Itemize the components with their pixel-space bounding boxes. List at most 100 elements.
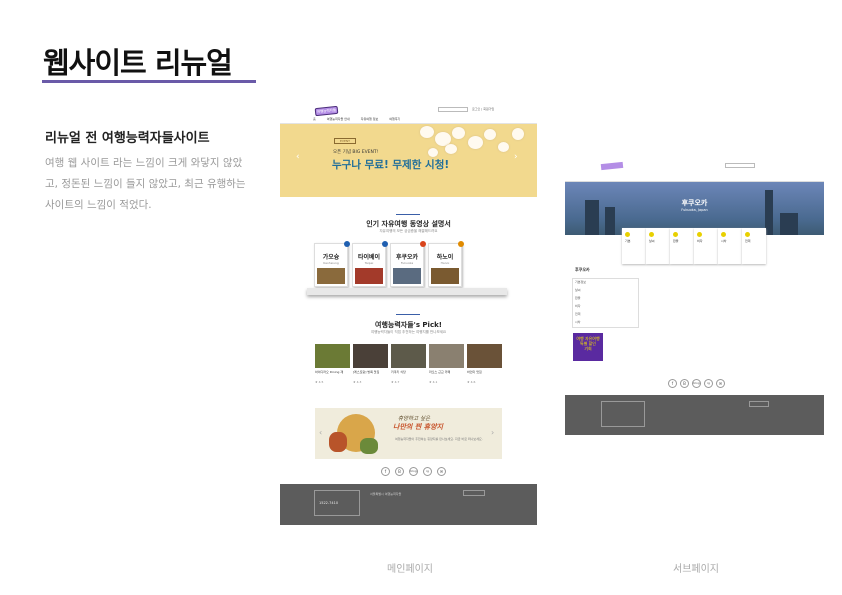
hero-country: Fukuoka, Japan: [681, 208, 708, 212]
promo-banner[interactable]: 휴양하고 싶은 나만의 찐 휴양지 여행능력자들이 추천하는 휴양지를 만나보세…: [315, 408, 502, 459]
nav-item[interactable]: 자유여행 정보: [361, 117, 379, 121]
section-title: 여행능력자들's Pick!: [375, 321, 442, 329]
main-footer: 1522-7410 서울특별시 여행능력자들: [280, 484, 537, 525]
ad-banner[interactable]: 여행 자유여행 특별 할인 기회: [573, 333, 603, 361]
pick-rating: ★ 4.3: [353, 380, 362, 384]
blog-icon[interactable]: B: [395, 467, 404, 476]
info-icon: [625, 232, 630, 237]
book-image: [355, 268, 383, 284]
book-image: [431, 268, 459, 284]
footer-address: 서울특별시 여행능력자들: [370, 492, 402, 496]
logo[interactable]: 여행능력자들: [314, 105, 339, 117]
instagram-icon[interactable]: ig: [704, 379, 713, 388]
section-divider: [396, 314, 420, 315]
main-nav: 홈 여행능력자들 안내 자유여행 정보 여행후기: [313, 117, 410, 121]
visa-icon: [697, 232, 702, 237]
hero-banner[interactable]: EVENT 오픈 기념 BIG EVENT! 누구나 무료! 무제한 시청! ‹…: [280, 124, 537, 197]
chevron-right-icon[interactable]: ›: [514, 152, 518, 162]
category-card[interactable]: 비자: [694, 228, 718, 264]
google-play-badge[interactable]: [749, 401, 769, 407]
side-item[interactable]: 환율: [575, 296, 581, 300]
chevron-right-icon[interactable]: ›: [491, 428, 494, 437]
category-label: 날씨: [649, 239, 655, 243]
nav-item[interactable]: 여행능력자들 안내: [327, 117, 350, 121]
category-card[interactable]: 시차: [718, 228, 742, 264]
pick-rating: ★ 4.1: [429, 380, 438, 384]
pick-image[interactable]: [315, 344, 350, 368]
pick-title[interactable]: 하이디라오 Dining 재: [315, 370, 351, 374]
book-sub: Hanoi: [440, 261, 450, 265]
facebook-icon[interactable]: f: [381, 467, 390, 476]
side-title: 후쿠오카: [575, 267, 590, 272]
side-item[interactable]: 기본정보: [575, 280, 586, 284]
logo[interactable]: [600, 161, 624, 171]
food-illustration: [360, 438, 378, 454]
book-card[interactable]: 후쿠오카 Fukuoka: [390, 241, 426, 287]
category-label: 전력: [745, 239, 751, 243]
nav-item[interactable]: 여행후기: [389, 117, 400, 121]
pick-title[interactable]: 키쿠키 식당: [391, 370, 427, 374]
chevron-left-icon[interactable]: ‹: [296, 152, 300, 162]
book-card[interactable]: 하노이 Hanoi: [428, 241, 464, 287]
side-menu: [572, 278, 639, 328]
book-card[interactable]: 타이베이 Taipei: [352, 241, 388, 287]
google-play-badge[interactable]: [463, 490, 485, 496]
footer-contact-box: 1522-7410: [314, 490, 360, 516]
page-title: 웹사이트 리뉴얼: [43, 46, 233, 80]
popcorn-image: [512, 128, 524, 140]
side-item[interactable]: 전력: [575, 312, 581, 316]
book-title: 가오슝: [322, 254, 340, 261]
book-title: 하노이: [436, 254, 454, 261]
search-input[interactable]: [725, 163, 755, 168]
mail-icon[interactable]: ✉: [716, 379, 725, 388]
pick-title[interactable]: [레스토랑] 방콕 맛집: [353, 370, 389, 374]
category-label: 환율: [673, 239, 679, 243]
pick-image[interactable]: [429, 344, 464, 368]
pick-title[interactable]: 바인미 맛집: [467, 370, 503, 374]
category-card[interactable]: 날씨: [646, 228, 670, 264]
book-sub: Fukuoka: [400, 261, 414, 265]
main-header: 여행능력자들 로그인 | 회원가입 홈 여행능력자들 안내 자유여행 정보 여행…: [280, 102, 537, 124]
side-item[interactable]: 비자: [575, 304, 581, 308]
pick-image[interactable]: [467, 344, 502, 368]
nav-item[interactable]: 홈: [313, 117, 316, 121]
book-sub: Kaohsiung: [323, 261, 339, 265]
category-card[interactable]: 기본: [622, 228, 646, 264]
food-illustration: [329, 432, 347, 452]
search-input[interactable]: [438, 107, 468, 112]
description: 여행 웹 사이트 라는 느낌이 크게 와닿지 않았고, 정돈된 느낌이 들지 않…: [45, 157, 246, 211]
facebook-icon[interactable]: f: [668, 379, 677, 388]
sub-header: [565, 155, 824, 182]
category-card[interactable]: 환율: [670, 228, 694, 264]
pick-image[interactable]: [353, 344, 388, 368]
side-item[interactable]: 날씨: [575, 288, 581, 292]
naver-blog-icon[interactable]: blog: [692, 379, 701, 388]
flag-icon: [458, 241, 464, 247]
blog-icon[interactable]: B: [680, 379, 689, 388]
popcorn-image: [484, 129, 496, 140]
category-card[interactable]: 전력: [742, 228, 766, 264]
mail-icon[interactable]: ✉: [437, 467, 446, 476]
caption-sub: 서브페이지: [673, 564, 719, 575]
naver-blog-icon[interactable]: blog: [409, 467, 418, 476]
instagram-icon[interactable]: ig: [423, 467, 432, 476]
plug-icon: [745, 232, 750, 237]
book-card[interactable]: 가오슝 Kaohsiung: [314, 241, 350, 287]
book-title: 타이베이: [357, 254, 381, 261]
util-links[interactable]: 로그인 | 회원가입: [472, 107, 494, 111]
flag-icon: [420, 241, 426, 247]
hero-line1: 오픈 기념 BIG EVENT!: [333, 150, 379, 155]
pick-rating: ★ 4.7: [391, 380, 400, 384]
side-item[interactable]: 시차: [575, 320, 581, 324]
event-tag: EVENT: [334, 138, 356, 144]
flag-icon: [344, 241, 350, 247]
chevron-left-icon[interactable]: ‹: [319, 428, 322, 437]
pick-title[interactable]: 라오스 근교 카페: [429, 370, 465, 374]
pick-image[interactable]: [391, 344, 426, 368]
clock-icon: [721, 232, 726, 237]
section-divider: [396, 214, 420, 215]
currency-icon: [673, 232, 678, 237]
category-label: 시차: [721, 239, 727, 243]
hero-city: 후쿠오카: [681, 199, 708, 207]
promo-line2: 나만의 찐 휴양지: [393, 423, 443, 431]
